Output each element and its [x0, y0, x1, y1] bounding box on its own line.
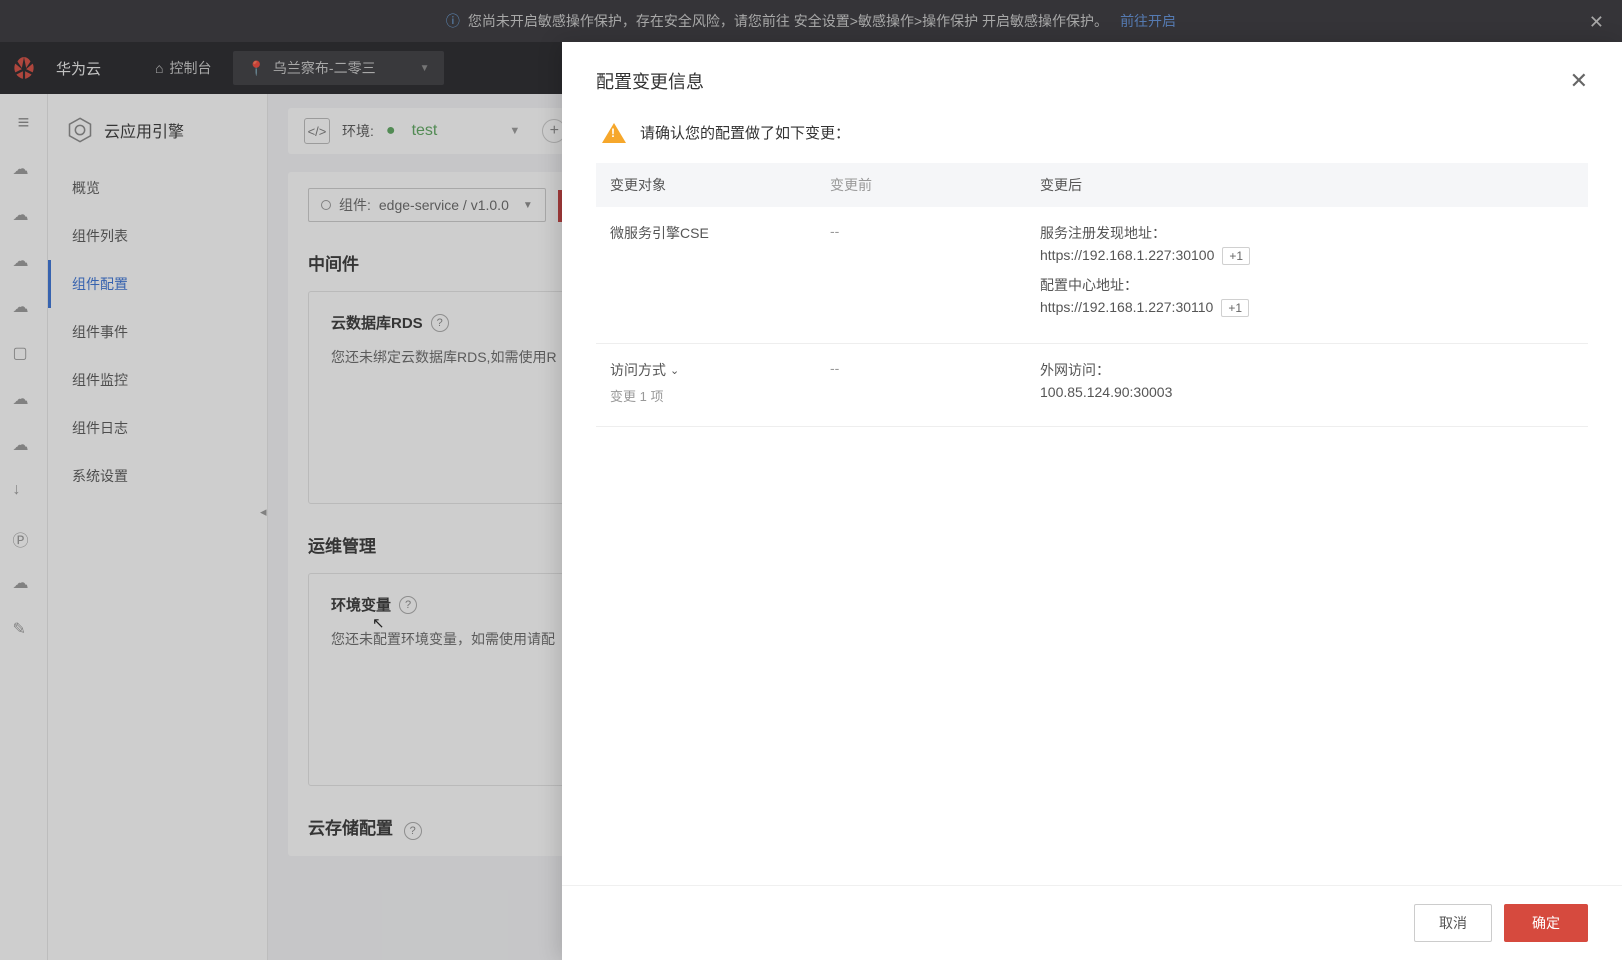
after-label: 服务注册发现地址：: [1040, 223, 1574, 243]
rail-icon-1[interactable]: ☁: [13, 159, 35, 181]
brand-name[interactable]: 华为云: [48, 58, 109, 79]
expand-toggle[interactable]: 访问方式⌄: [610, 360, 679, 380]
chevron-down-icon[interactable]: ▼: [509, 125, 520, 137]
cancel-button[interactable]: 取消: [1414, 904, 1492, 942]
chevron-down-icon: ▼: [523, 200, 533, 211]
console-label: 控制台: [169, 58, 211, 78]
component-value: edge-service / v1.0.0: [379, 197, 509, 213]
help-icon[interactable]: ?: [399, 596, 417, 614]
after-value: https://192.168.1.227:30110: [1040, 299, 1213, 315]
change-count: 变更 1 项: [610, 386, 830, 405]
plus-tag: +1: [1221, 299, 1249, 317]
region-value: 乌兰察布-二零三: [273, 58, 376, 78]
collapse-handle[interactable]: ◂: [260, 504, 267, 520]
sidebar-item-5[interactable]: 组件日志: [48, 404, 267, 452]
help-icon[interactable]: ?: [404, 822, 422, 840]
rail-icon-7[interactable]: ☁: [13, 435, 35, 457]
location-icon: 📍: [247, 60, 264, 77]
sidebar-title: 云应用引擎: [104, 118, 184, 142]
modal-title: 配置变更信息: [596, 68, 704, 94]
rail-icon-11[interactable]: ✎: [13, 619, 35, 641]
after-label: 外网访问：: [1040, 360, 1574, 380]
change-after: 服务注册发现地址： https://192.168.1.227:30100 +1 配置…: [1040, 223, 1574, 327]
help-icon[interactable]: ?: [431, 314, 449, 332]
icon-rail: ≡ ☁ ☁ ☁ ☁ ▢ ☁ ☁ ↓ Ⓟ ☁ ✎: [0, 94, 48, 960]
component-select[interactable]: 组件: edge-service / v1.0.0 ▼: [308, 188, 546, 222]
region-select[interactable]: 📍 乌兰察布-二零三 ▼: [233, 51, 443, 85]
console-link[interactable]: ⌂ 控制台: [139, 58, 227, 78]
sidebar-item-6[interactable]: 系统设置: [48, 452, 267, 500]
app-engine-icon: [66, 116, 94, 144]
banner-text: 您尚未开启敏感操作保护，存在安全风险，请您前往 安全设置>敏感操作>操作保护 开…: [468, 11, 1108, 31]
component-label: 组件:: [339, 195, 371, 215]
change-object: 微服务引擎CSE: [610, 223, 830, 327]
after-value: https://192.168.1.227:30100: [1040, 247, 1214, 263]
rail-icon-2[interactable]: ☁: [13, 205, 35, 227]
col-after: 变更后: [1040, 175, 1574, 195]
rail-icon-10[interactable]: ☁: [13, 573, 35, 595]
config-change-modal: 配置变更信息 ✕ 请确认您的配置做了如下变更： 变更对象 变更前 变更后 微服务…: [562, 42, 1622, 960]
after-label: 配置中心地址：: [1040, 275, 1574, 295]
warning-text: 请确认您的配置做了如下变更：: [640, 122, 850, 143]
close-icon[interactable]: ✕: [1570, 68, 1588, 94]
sidebar-item-4[interactable]: 组件监控: [48, 356, 267, 404]
info-icon: ⓘ: [446, 11, 460, 31]
sidebar-item-3[interactable]: 组件事件: [48, 308, 267, 356]
env-status-dot: ●: [386, 122, 396, 140]
home-icon: ⌂: [155, 60, 163, 76]
after-value: 100.85.124.90:30003: [1040, 384, 1172, 400]
sidebar-item-1[interactable]: 组件列表: [48, 212, 267, 260]
rail-icon-9[interactable]: Ⓟ: [13, 527, 35, 549]
env-value[interactable]: test: [412, 122, 438, 140]
rail-icon-3[interactable]: ☁: [13, 251, 35, 273]
banner-link[interactable]: 前往开启: [1120, 11, 1176, 31]
close-icon[interactable]: ✕: [1589, 12, 1604, 33]
status-dot-icon: [321, 200, 331, 210]
rail-icon-5[interactable]: ▢: [13, 343, 35, 365]
chevron-down-icon: ▼: [420, 63, 430, 74]
change-after: 外网访问： 100.85.124.90:30003: [1040, 360, 1574, 410]
table-row: 微服务引擎CSE--服务注册发现地址： https://192.168.1.227…: [596, 207, 1588, 344]
table-row: 访问方式⌄ 变更 1 项--外网访问： 100.85.124.90:30003: [596, 344, 1588, 427]
rds-title: 云数据库RDS: [331, 312, 423, 333]
env-var-title: 环境变量: [331, 594, 391, 615]
col-before: 变更前: [830, 175, 1040, 195]
menu-icon[interactable]: ≡: [18, 112, 30, 135]
change-before: --: [830, 223, 1040, 327]
change-table: 变更对象 变更前 变更后 微服务引擎CSE--服务注册发现地址：https://…: [596, 163, 1588, 427]
env-icon: </>: [304, 118, 330, 144]
col-object: 变更对象: [610, 175, 830, 195]
rail-icon-8[interactable]: ↓: [13, 481, 35, 503]
storage-title: 云存储配置: [308, 819, 393, 838]
rail-icon-4[interactable]: ☁: [13, 297, 35, 319]
sidebar-item-2[interactable]: 组件配置: [48, 260, 267, 308]
security-banner: ⓘ 您尚未开启敏感操作保护，存在安全风险，请您前往 安全设置>敏感操作>操作保护…: [0, 0, 1622, 42]
env-label: 环境:: [342, 121, 374, 141]
warning-icon: [602, 123, 626, 143]
plus-tag: +1: [1222, 247, 1250, 265]
confirm-button[interactable]: 确定: [1504, 904, 1588, 942]
change-before: --: [830, 360, 1040, 410]
rail-icon-6[interactable]: ☁: [13, 389, 35, 411]
huawei-logo[interactable]: [0, 42, 48, 94]
sidebar-item-0[interactable]: 概览: [48, 164, 267, 212]
sidebar: 云应用引擎 概览组件列表组件配置组件事件组件监控组件日志系统设置: [48, 94, 268, 960]
